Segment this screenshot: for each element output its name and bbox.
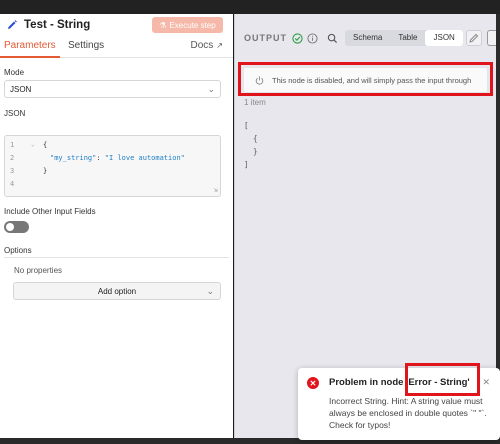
code-line: } [43, 167, 48, 175]
pencil-icon [8, 20, 17, 29]
view-schema-tab[interactable]: Schema [345, 30, 390, 46]
divider [4, 257, 229, 258]
line-number: 3 [10, 167, 15, 175]
check-circle-icon [292, 33, 303, 44]
json-label: JSON [4, 109, 26, 118]
close-icon[interactable]: ✕ [482, 377, 490, 388]
execute-step-button[interactable]: ⚗ Execute step [152, 17, 223, 33]
json-value: "I love automation" [104, 154, 185, 162]
include-fields-toggle[interactable] [4, 221, 29, 233]
json-key: "my_string" [50, 154, 97, 162]
top-bar [0, 0, 500, 14]
no-properties-text: No properties [14, 266, 63, 275]
mode-label: Mode [4, 68, 25, 77]
json-separator: : [96, 154, 105, 162]
chevron-down-icon: ⌄ [206, 286, 214, 296]
toast-message: Incorrect String. Hint: A string value m… [329, 396, 487, 430]
add-option-button[interactable]: Add option ⌄ [13, 282, 221, 300]
execute-step-label: Execute step [169, 20, 216, 30]
parameter-tabs: Parameters Settings Docs ↗ [0, 36, 233, 58]
output-view-switcher: Schema Table JSON [345, 30, 463, 46]
highlight-box [405, 363, 480, 396]
code-line: { [43, 141, 48, 149]
active-tab-underline [0, 56, 60, 58]
json-editor[interactable]: 1 ⌄ { 2 "my_string": "I love automation"… [4, 135, 221, 197]
fold-icon[interactable]: ⌄ [31, 141, 35, 148]
node-parameters-panel: Test - String ⚗ Execute step Parameters … [0, 14, 233, 438]
add-option-label: Add option [97, 286, 137, 296]
highlight-box [238, 62, 493, 96]
flask-icon: ⚗ [159, 20, 167, 30]
search-icon[interactable] [327, 33, 338, 44]
toggle-knob [6, 223, 14, 231]
include-fields-label: Include Other Input Fields [4, 207, 96, 216]
output-title: OUTPUT [244, 33, 287, 43]
external-link-icon: ↗ [216, 41, 223, 50]
mode-select[interactable]: JSON ⌄ [4, 80, 221, 98]
node-header: Test - String ⚗ Execute step [0, 14, 233, 36]
node-title[interactable]: Test - String [24, 19, 90, 31]
info-icon[interactable] [307, 33, 318, 44]
docs-link[interactable]: Docs ↗ [191, 40, 224, 51]
code-line: "my_string": "I love automation" [50, 154, 185, 162]
view-table-tab[interactable]: Table [390, 30, 425, 46]
output-header: OUTPUT Schema Table JSON [235, 29, 497, 49]
tab-parameters[interactable]: Parameters [4, 40, 56, 51]
mode-value: JSON [10, 85, 32, 94]
chevron-down-icon: ⌄ [207, 84, 215, 94]
edit-output-button[interactable] [466, 30, 482, 46]
line-number: 1 [10, 141, 15, 149]
view-json-tab[interactable]: JSON [425, 30, 463, 46]
pencil-icon [469, 33, 479, 43]
line-number: 2 [10, 154, 15, 162]
options-label: Options [4, 246, 32, 255]
tab-settings[interactable]: Settings [68, 40, 104, 51]
items-count: 1 item [244, 98, 266, 107]
resize-handle-icon[interactable]: ⇲ [214, 186, 218, 194]
line-number: 4 [10, 180, 15, 188]
json-output: [ { } ] [244, 121, 258, 169]
error-icon: ✕ [307, 377, 319, 389]
docs-label: Docs [190, 40, 214, 51]
